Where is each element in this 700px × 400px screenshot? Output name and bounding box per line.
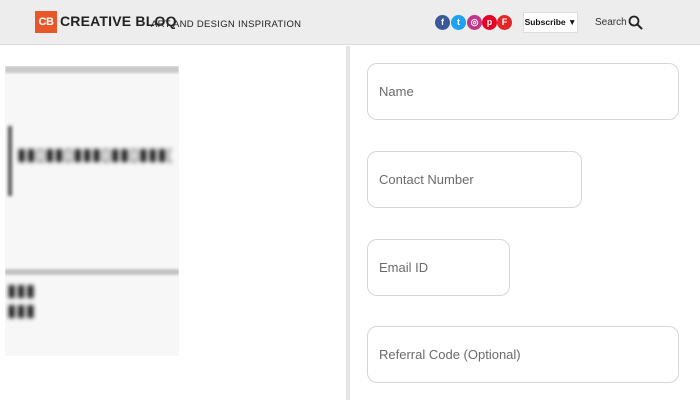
pane-divider <box>346 46 350 400</box>
instagram-icon[interactable]: ◎ <box>467 15 482 30</box>
facebook-icon[interactable]: f <box>435 15 450 30</box>
contact-number-input[interactable] <box>368 152 581 207</box>
email-field[interactable] <box>367 239 510 296</box>
name-input[interactable] <box>368 64 678 119</box>
search-label[interactable]: Search <box>595 17 627 28</box>
contact-number-field[interactable] <box>367 151 582 208</box>
twitter-icon[interactable]: t <box>451 15 466 30</box>
search-icon[interactable] <box>628 15 643 30</box>
preview-image: ▮▮▯▮▮▯▮▮▮▯▮▮▯▮▮▮▯▮▮▯▮▮▮▯▮▮▯▮▮▮▯▮▮▯▮▮▮▯▮▮… <box>5 66 179 356</box>
logo-mark[interactable]: CB <box>35 11 57 33</box>
flipboard-icon[interactable]: F <box>497 15 512 30</box>
pinterest-icon[interactable]: p <box>482 15 497 30</box>
referral-code-field[interactable] <box>367 326 679 383</box>
email-input[interactable] <box>368 240 509 295</box>
tagline: ART AND DESIGN INSPIRATION <box>151 19 302 30</box>
referral-code-input[interactable] <box>368 327 678 382</box>
left-pane: ▮▮▯▮▮▯▮▮▮▯▮▮▯▮▮▮▯▮▮▯▮▮▮▯▮▮▯▮▮▮▯▮▮▯▮▮▮▯▮▮… <box>0 46 346 400</box>
subscribe-button[interactable]: Subscribe ▼ <box>523 12 578 33</box>
site-header: CB CREATIVE BLOQ ART AND DESIGN INSPIRAT… <box>0 0 700 45</box>
name-field[interactable] <box>367 63 679 120</box>
